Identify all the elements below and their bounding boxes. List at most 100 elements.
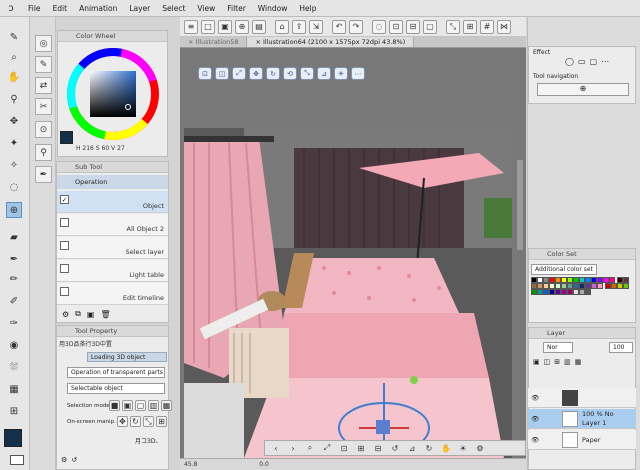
pencil-icon[interactable]: ✏ bbox=[6, 271, 22, 287]
current-color-chip[interactable] bbox=[60, 131, 73, 144]
swatch[interactable] bbox=[585, 289, 591, 295]
ref-icon[interactable]: ◫ bbox=[544, 358, 551, 366]
save-icon[interactable]: ▤ bbox=[252, 19, 266, 34]
zoom-object-icon[interactable]: ⌕ bbox=[303, 443, 317, 453]
menu-edit[interactable]: Edit bbox=[47, 4, 74, 13]
decoration-icon[interactable]: ✑ bbox=[6, 315, 22, 331]
gradient-icon[interactable]: ▦ bbox=[6, 381, 22, 397]
3d-room-scene[interactable] bbox=[184, 128, 512, 458]
sub-tool-group[interactable]: Operation bbox=[57, 175, 168, 189]
eye-icon[interactable]: 👁 bbox=[531, 394, 539, 402]
undo-icon[interactable]: ↶ bbox=[332, 19, 346, 34]
airbrush-icon[interactable]: ✐ bbox=[6, 293, 22, 309]
camera-tilt-icon[interactable]: ⤢ bbox=[232, 67, 246, 80]
eraser-icon[interactable]: ▰ bbox=[6, 229, 22, 245]
selectable-object-dropdown[interactable]: Selectable object bbox=[67, 383, 165, 394]
tab-illustration64[interactable]: × Illustration64 (2100 x 1575px 72dpi 43… bbox=[247, 37, 415, 47]
selection-border-icon[interactable]: ▢ bbox=[423, 19, 437, 34]
zoom-value[interactable]: 45.8 bbox=[184, 461, 197, 468]
swatch[interactable] bbox=[597, 283, 603, 289]
folder-icon[interactable]: ⌂ bbox=[275, 19, 289, 34]
mode-icon[interactable]: ■ bbox=[109, 400, 120, 411]
hand-icon[interactable]: ✋ bbox=[439, 444, 453, 453]
ruler-icon[interactable]: ⊞ bbox=[6, 403, 22, 419]
color-set-dropdown[interactable]: Additional color set bbox=[531, 264, 597, 275]
lasso-icon[interactable]: ◌ bbox=[6, 179, 22, 195]
light-icon[interactable]: ☀ bbox=[334, 67, 348, 80]
duplicate-subtool-icon[interactable]: ▣ bbox=[87, 310, 95, 319]
canvas-scrollbar[interactable] bbox=[517, 160, 523, 250]
subtool-item-light-table[interactable]: Light table bbox=[57, 260, 168, 282]
blend-icon[interactable]: ◉ bbox=[6, 337, 22, 353]
clip-icon[interactable]: ▣ bbox=[533, 358, 540, 366]
mode-icon[interactable]: ▣ bbox=[122, 400, 133, 411]
magic-wand-icon[interactable]: ✦ bbox=[6, 135, 22, 151]
share-icon[interactable]: ⇲ bbox=[309, 19, 323, 34]
effect-icon[interactable]: ⋯ bbox=[601, 57, 609, 66]
sub-color-swatch[interactable] bbox=[10, 455, 24, 465]
perspective-icon[interactable]: ◫ bbox=[215, 67, 229, 80]
transform-group-icon[interactable]: ⇄ bbox=[35, 77, 52, 94]
layer-row-3d[interactable]: 👁 bbox=[528, 388, 636, 408]
wrench-icon[interactable]: ⚙ bbox=[61, 456, 67, 464]
eye-icon[interactable]: 👁 bbox=[531, 415, 539, 423]
fit-icon[interactable]: ⊞ bbox=[354, 444, 368, 453]
transform-icon[interactable]: ⤡ bbox=[446, 19, 460, 34]
snap-ruler-icon[interactable]: ⊞ bbox=[463, 19, 477, 34]
eyedropper-icon[interactable]: ⚲ bbox=[6, 91, 22, 107]
ground-icon[interactable]: ⊿ bbox=[405, 444, 419, 453]
checkbox-icon[interactable] bbox=[60, 264, 69, 273]
layer-row-paper[interactable]: 👁 Paper bbox=[528, 430, 636, 450]
redo-icon[interactable]: ↷ bbox=[349, 19, 363, 34]
effect-icon[interactable]: ▭ bbox=[578, 57, 586, 66]
layer-group-icon[interactable]: ◎ bbox=[35, 35, 52, 52]
copy-subtool-icon[interactable]: ⧉ bbox=[75, 309, 81, 319]
brush-tip-icon[interactable]: ✎ bbox=[6, 29, 22, 45]
mode-icon[interactable]: ▢ bbox=[135, 400, 146, 411]
menu-animation[interactable]: Animation bbox=[73, 4, 123, 13]
move-icon[interactable]: ✥ bbox=[6, 113, 22, 129]
checkbox-icon[interactable] bbox=[60, 241, 69, 250]
align-icon[interactable]: ⊟ bbox=[371, 444, 385, 453]
open-file-icon[interactable]: ▣ bbox=[218, 19, 232, 34]
menu-filter[interactable]: Filter bbox=[221, 4, 252, 13]
settings-icon[interactable]: ⚙ bbox=[473, 444, 487, 453]
subtool-settings-icon[interactable]: ⚙ bbox=[62, 310, 69, 319]
zoom-icon[interactable]: ⌕ bbox=[6, 49, 22, 65]
hand-icon[interactable]: ✋ bbox=[6, 69, 22, 85]
fill-icon[interactable]: ⛆ bbox=[6, 359, 22, 375]
crop-icon[interactable]: ⊡ bbox=[389, 19, 403, 34]
export-icon[interactable]: ⇪ bbox=[292, 19, 306, 34]
color-wheel[interactable] bbox=[63, 44, 163, 144]
delete-subtool-icon[interactable]: 🗑 bbox=[100, 310, 110, 319]
menu-icon[interactable]: ≡ bbox=[184, 19, 198, 34]
pen-icon[interactable]: ✒ bbox=[6, 251, 22, 267]
effect-icon[interactable]: ▢ bbox=[590, 57, 598, 66]
menu-select[interactable]: Select bbox=[156, 4, 191, 13]
sparkle-icon[interactable]: ✧ bbox=[6, 157, 22, 173]
main-color-swatch[interactable] bbox=[4, 429, 22, 447]
swatch[interactable] bbox=[623, 283, 630, 289]
eye-icon[interactable]: 👁 bbox=[531, 436, 539, 444]
manip-icon[interactable]: ⊞ bbox=[156, 416, 167, 427]
tab-illustration58[interactable]: × Illustration58 bbox=[180, 37, 248, 47]
light-icon[interactable]: ☀ bbox=[456, 444, 470, 453]
menu-layer[interactable]: Layer bbox=[123, 4, 156, 13]
subtool-item-all-object[interactable]: All Object 2 bbox=[57, 214, 168, 236]
tilt-icon[interactable]: ⤢ bbox=[320, 443, 334, 453]
reset-pose-icon[interactable]: ↺ bbox=[388, 444, 402, 453]
transparent-op-dropdown[interactable]: Operation of transparent parts bbox=[67, 367, 165, 378]
subtool-item-select-layer[interactable]: Select layer bbox=[57, 237, 168, 259]
gallery-icon[interactable]: ⊕ bbox=[235, 19, 249, 34]
checkbox-icon[interactable] bbox=[60, 218, 69, 227]
effect-icon[interactable]: ◯ bbox=[565, 57, 574, 66]
more-icon[interactable]: ⋯ bbox=[351, 67, 365, 80]
subtool-item-edit-timeline[interactable]: Edit timeline bbox=[57, 283, 168, 305]
manip-icon[interactable]: ✥ bbox=[117, 416, 128, 427]
clear-selection-icon[interactable]: ◌ bbox=[372, 19, 386, 34]
snap-grid-icon[interactable]: # bbox=[480, 19, 494, 34]
layer-row-layer1[interactable]: 👁 100 % No Layer 1 bbox=[528, 409, 636, 429]
color-swatch-grid[interactable] bbox=[531, 277, 635, 295]
blend-mode-dropdown[interactable]: Nor bbox=[543, 342, 573, 353]
app-logo-icon[interactable]: ↄ bbox=[0, 3, 22, 14]
